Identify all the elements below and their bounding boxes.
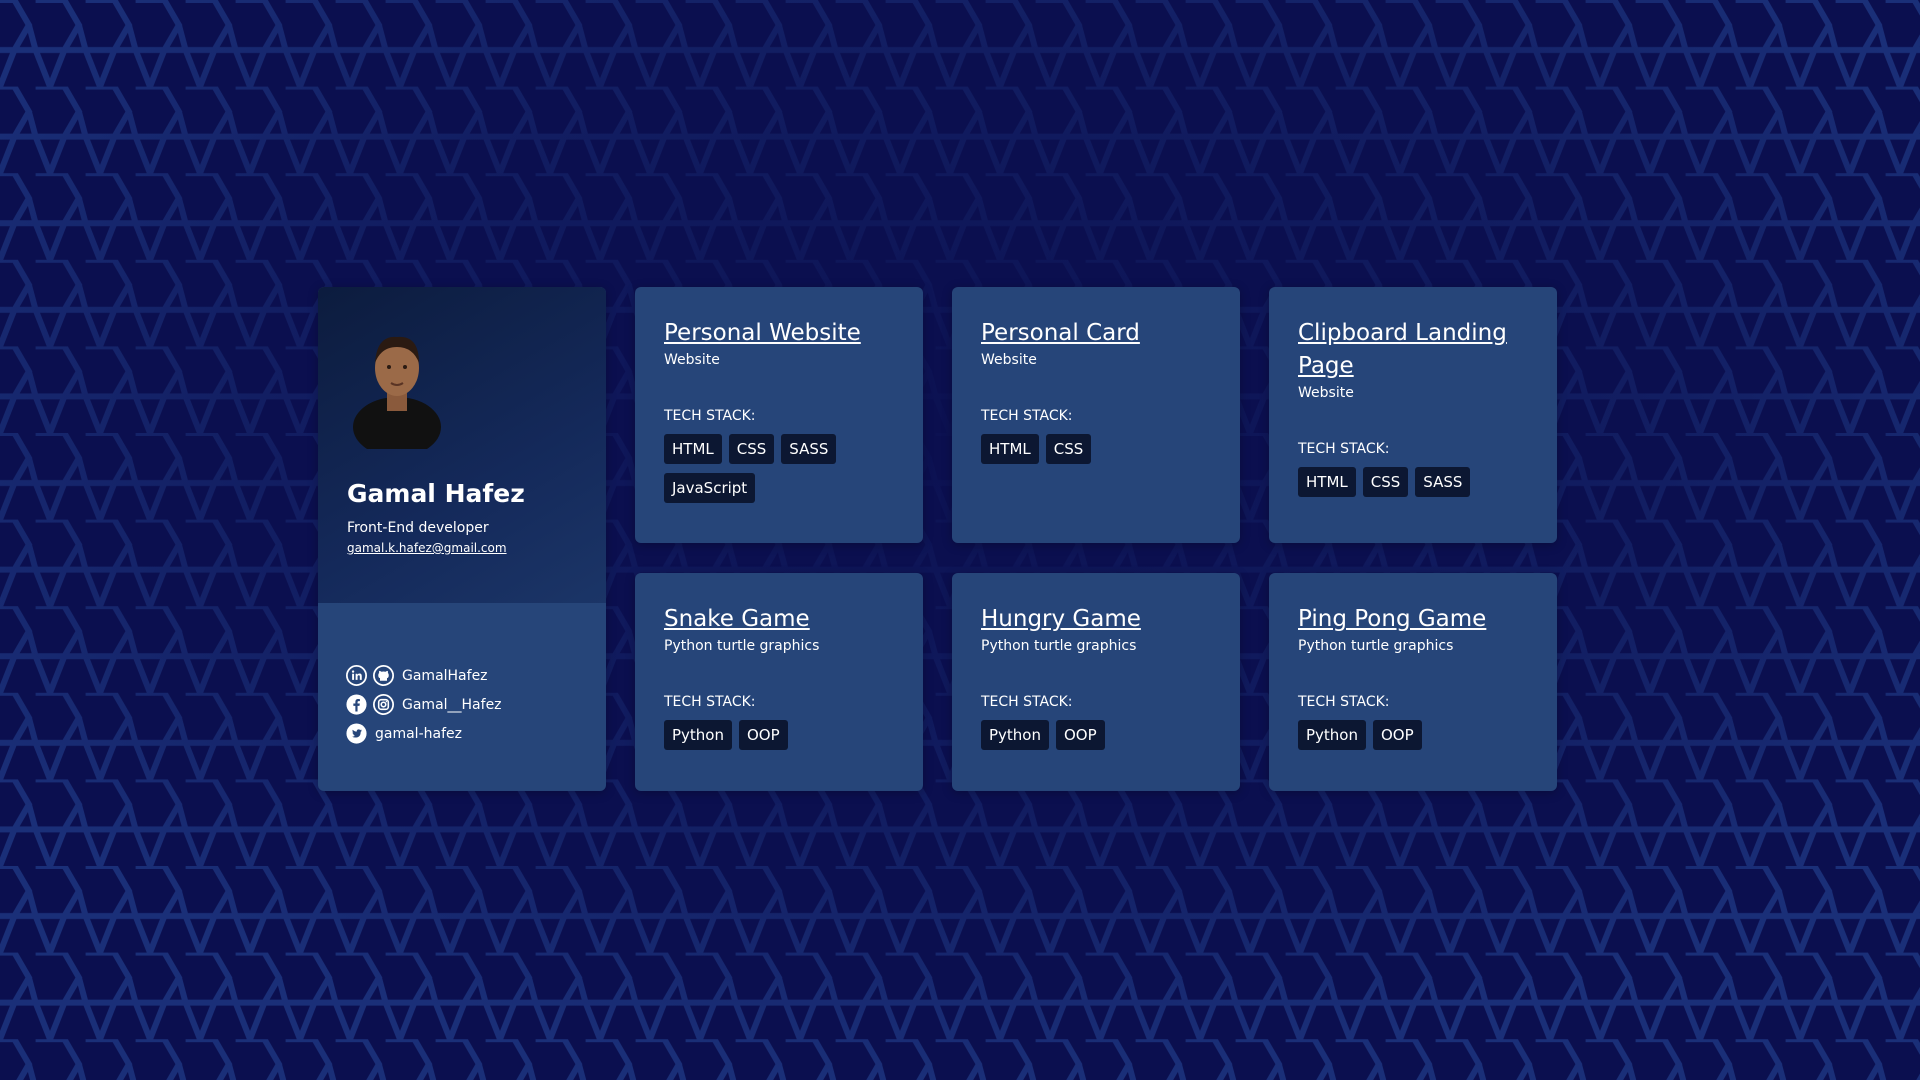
project-card: Clipboard Landing Page Website TECH STAC… <box>1269 287 1557 543</box>
tech-tags: HTML CSS SASS JavaScript <box>664 434 894 503</box>
tech-tags: HTML CSS SASS <box>1298 467 1528 497</box>
project-type: Python turtle graphics <box>1298 638 1454 654</box>
project-card: Personal Website Website TECH STACK: HTM… <box>635 287 923 543</box>
portfolio-grid: Gamal Hafez Front-End developer gamal.k.… <box>318 287 1557 791</box>
tech-tag: OOP <box>1373 720 1422 750</box>
project-title-link[interactable]: Personal Card <box>981 317 1211 350</box>
tech-stack-label: TECH STACK: <box>664 694 756 710</box>
tech-tags: HTML CSS <box>981 434 1211 464</box>
project-type: Python turtle graphics <box>664 638 820 654</box>
project-title-link[interactable]: Personal Website <box>664 317 894 350</box>
profile-email-link[interactable]: gamal.k.hafez@gmail.com <box>347 541 507 555</box>
profile-role: Front-End developer <box>347 520 489 536</box>
social-row: gamal-hafez <box>346 719 606 748</box>
social-handle-twitter: gamal-hafez <box>375 725 462 742</box>
tech-tag: CSS <box>1045 434 1092 464</box>
profile-header: Gamal Hafez Front-End developer gamal.k.… <box>318 287 606 603</box>
tech-tag: HTML <box>1298 467 1356 497</box>
tech-tag: OOP <box>1056 720 1105 750</box>
social-handle-instagram: Gamal__Hafez <box>402 696 502 713</box>
linkedin-icon[interactable] <box>346 665 367 686</box>
tech-tag: JavaScript <box>664 473 756 503</box>
tech-tag: CSS <box>728 434 775 464</box>
twitter-icon[interactable] <box>346 723 367 744</box>
tech-tag: HTML <box>981 434 1039 464</box>
social-row: Gamal__Hafez <box>346 690 606 719</box>
facebook-icon[interactable] <box>346 694 367 715</box>
project-title-link[interactable]: Snake Game <box>664 603 894 636</box>
tech-stack-label: TECH STACK: <box>981 408 1073 424</box>
project-title-link[interactable]: Ping Pong Game <box>1298 603 1528 636</box>
tech-tag: CSS <box>1362 467 1409 497</box>
instagram-icon[interactable] <box>373 694 394 715</box>
tech-tag: HTML <box>664 434 722 464</box>
tech-stack-label: TECH STACK: <box>1298 441 1390 457</box>
tech-tags: Python OOP <box>1298 720 1528 750</box>
profile-card: Gamal Hafez Front-End developer gamal.k.… <box>318 287 606 791</box>
tech-stack-label: TECH STACK: <box>664 408 756 424</box>
tech-tag: SASS <box>1415 467 1471 497</box>
profile-socials: GamalHafez Gamal__Hafez gamal-hafez <box>318 603 606 791</box>
project-title-link[interactable]: Clipboard Landing Page <box>1298 317 1528 383</box>
tech-tag: Python <box>981 720 1049 750</box>
project-card: Snake Game Python turtle graphics TECH S… <box>635 573 923 791</box>
tech-tag: Python <box>1298 720 1366 750</box>
profile-name: Gamal Hafez <box>347 479 525 508</box>
project-card: Ping Pong Game Python turtle graphics TE… <box>1269 573 1557 791</box>
tech-stack-label: TECH STACK: <box>1298 694 1390 710</box>
project-card: Personal Card Website TECH STACK: HTML C… <box>952 287 1240 543</box>
tech-tag: SASS <box>781 434 837 464</box>
project-type: Website <box>981 352 1037 368</box>
project-type: Python turtle graphics <box>981 638 1137 654</box>
tech-tag: OOP <box>739 720 788 750</box>
social-handle-github: GamalHafez <box>402 667 488 684</box>
project-type: Website <box>664 352 720 368</box>
social-row: GamalHafez <box>346 661 606 690</box>
tech-stack-label: TECH STACK: <box>981 694 1073 710</box>
tech-tags: Python OOP <box>664 720 894 750</box>
github-icon[interactable] <box>373 665 394 686</box>
project-type: Website <box>1298 385 1354 401</box>
project-card: Hungry Game Python turtle graphics TECH … <box>952 573 1240 791</box>
avatar <box>353 336 441 449</box>
project-title-link[interactable]: Hungry Game <box>981 603 1211 636</box>
tech-tags: Python OOP <box>981 720 1211 750</box>
tech-tag: Python <box>664 720 732 750</box>
